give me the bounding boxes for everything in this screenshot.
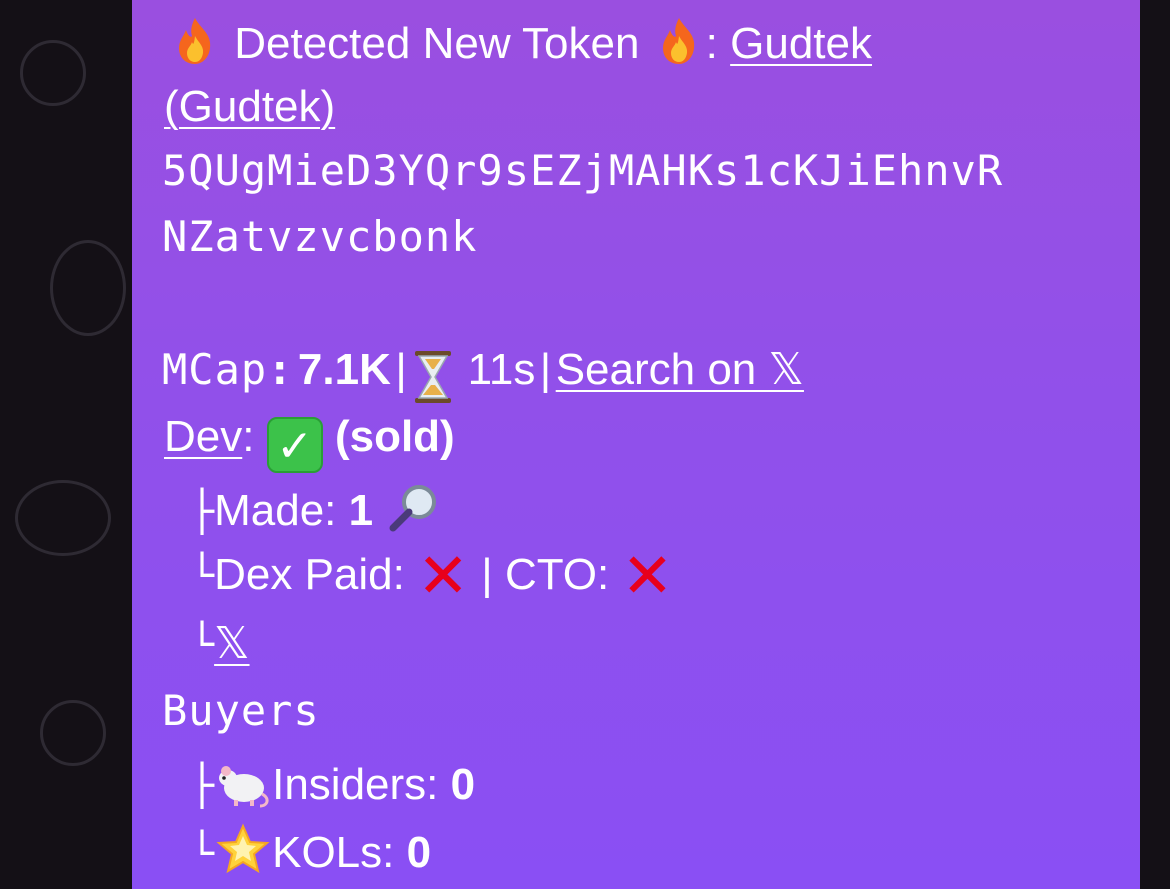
message-bubble: Detected New Token : Gudtek (Gudtek) 5QU… <box>132 0 1140 889</box>
search-on-x-link[interactable]: Search on 𝕏 <box>556 345 804 394</box>
made-value: 1 <box>348 486 374 536</box>
token-name-link-continued[interactable]: (Gudtek) <box>164 82 335 132</box>
kols-line: └ KOLs: 0 <box>190 822 431 889</box>
wallpaper-doodle <box>40 700 106 766</box>
cto-label: CTO: <box>504 550 610 599</box>
kols-label: KOLs: <box>272 828 395 878</box>
pipe-separator: | <box>395 345 407 394</box>
tree-branch: ├ <box>190 489 215 536</box>
tree-branch: └ <box>190 831 215 878</box>
pipe-separator: | <box>481 550 493 599</box>
magnifying-glass-icon[interactable] <box>385 482 443 545</box>
insiders-line: ├ Insiders: 0 <box>190 754 475 821</box>
tree-branch: └ <box>190 553 215 599</box>
chat-wallpaper-right <box>1140 0 1170 889</box>
insiders-label: Insiders: <box>272 760 439 810</box>
made-label: Made: <box>214 486 337 536</box>
chat-wallpaper-left <box>0 0 132 889</box>
insiders-value: 0 <box>450 760 476 810</box>
dev-link[interactable]: Dev <box>164 412 242 461</box>
dev-line: Dev: ✓ (sold) <box>164 412 455 473</box>
mcap-colon: : <box>267 345 294 394</box>
cross-mark-icon: ✕ <box>417 542 470 611</box>
buyers-heading: Buyers <box>162 686 320 735</box>
wallpaper-doodle <box>20 40 86 106</box>
wallpaper-doodle <box>15 480 111 556</box>
contract-address-line2[interactable]: NZatvzvcbonk <box>162 212 477 261</box>
wallpaper-doodle <box>50 240 126 336</box>
mcap-line: MCap: 7.1K | 11s | Search on 𝕏 <box>162 344 804 410</box>
fire-icon <box>652 14 706 79</box>
rat-icon <box>214 754 272 821</box>
token-symbol-link[interactable]: (Gudtek) <box>164 82 335 131</box>
header-text: Detected New Token <box>234 19 640 69</box>
kols-value: 0 <box>406 828 432 878</box>
tree-branch: ├ <box>190 763 215 810</box>
cross-mark-icon: ✕ <box>621 542 674 611</box>
x-link-line: └𝕏 <box>190 618 250 669</box>
dev-status: (sold) <box>334 412 455 461</box>
token-header-line: Detected New Token : Gudtek <box>168 14 872 79</box>
contract-address-line1[interactable]: 5QUgMieD3YQr9sEZjMAHKs1cKJiEhnvR <box>162 146 1003 195</box>
tree-branch: └ <box>190 622 215 668</box>
check-mark-button-icon: ✓ <box>266 417 323 473</box>
mcap-label: MCap <box>162 345 268 394</box>
pipe-separator: | <box>539 345 552 394</box>
made-line: ├Made: 1 <box>190 482 443 545</box>
header-separator: : <box>705 19 718 69</box>
age-value: 11s <box>467 345 536 394</box>
dev-colon: : <box>242 412 255 461</box>
x-profile-link[interactable]: 𝕏 <box>214 619 249 668</box>
mcap-value: 7.1K <box>297 345 391 394</box>
fire-icon <box>168 14 222 79</box>
hourglass-icon <box>411 349 455 410</box>
dex-paid-line: └Dex Paid: ✕ | CTO: ✕ <box>190 542 674 611</box>
dex-paid-label: Dex Paid: <box>214 550 405 599</box>
glowing-star-icon <box>214 822 272 889</box>
token-name-link[interactable]: Gudtek <box>730 19 872 68</box>
